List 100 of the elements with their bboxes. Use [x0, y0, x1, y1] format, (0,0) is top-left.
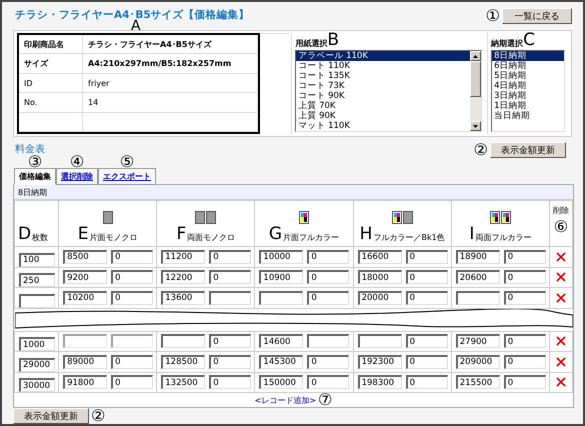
delete-icon[interactable]	[556, 356, 566, 367]
up-arrow-icon[interactable]	[473, 54, 478, 58]
extra-price-field[interactable]: 0	[504, 354, 546, 369]
back-button[interactable]: 一覧に戻る	[502, 8, 572, 24]
extra-price-field[interactable]: 0	[504, 334, 546, 348]
price-field[interactable]: 10000	[259, 250, 304, 264]
quantity-field[interactable]: 250	[19, 273, 55, 287]
price-field[interactable]: 9200	[63, 270, 108, 284]
extra-price-field[interactable]: 0	[111, 375, 154, 390]
price-field[interactable]: 10200	[63, 290, 108, 305]
price-field[interactable]: 20600	[456, 270, 500, 284]
extra-price-field[interactable]: 0	[504, 375, 546, 390]
price-field[interactable]	[259, 290, 304, 305]
price-field[interactable]: 132500	[161, 375, 206, 390]
delete-icon[interactable]	[556, 252, 566, 262]
update-button[interactable]: 表示金額更新	[490, 142, 566, 158]
extra-price-field[interactable]: 0	[406, 375, 448, 390]
extra-price-field[interactable]: 0	[209, 270, 252, 284]
price-field[interactable]: 18900	[456, 250, 500, 264]
delete-icon[interactable]	[556, 336, 566, 346]
price-field[interactable]: 198300	[358, 375, 402, 390]
price-field[interactable]: 12200	[161, 270, 206, 284]
extra-price-field[interactable]: 0	[406, 290, 448, 305]
quantity-field[interactable]	[19, 294, 55, 308]
price-field[interactable]: 128500	[161, 354, 206, 369]
down-arrow-icon[interactable]	[473, 124, 478, 128]
list-option[interactable]: 6日納期	[492, 61, 564, 71]
extra-price-field[interactable]: 0	[406, 250, 448, 264]
price-field[interactable]	[161, 334, 206, 348]
extra-price-field[interactable]: 0	[504, 250, 546, 264]
price-field[interactable]: 16600	[358, 250, 402, 264]
delete-icon[interactable]	[556, 377, 566, 388]
extra-price-field[interactable]: 0	[406, 334, 448, 348]
annotation-letter: B	[327, 32, 340, 49]
price-field[interactable]: 215500	[456, 375, 500, 390]
extra-price-field[interactable]: 0	[111, 250, 154, 264]
extra-price-field[interactable]: 0	[406, 270, 448, 284]
list-option[interactable]: 5日納期	[492, 71, 564, 81]
extra-price-field[interactable]: 0	[209, 375, 252, 390]
list-box[interactable]: アラベール 110K コート 110K コート 135K コート 73K コート 90K 上質 70K 上質 90K マット 110K	[295, 50, 482, 132]
quantity-field[interactable]: 29000	[19, 358, 55, 372]
list-box[interactable]: 8日納期 6日納期 5日納期 4日納期 3日納期 1日納期 当日納期	[491, 50, 565, 132]
list-option[interactable]: 上質 70K	[296, 101, 470, 111]
price-field[interactable]: 192300	[358, 354, 402, 369]
extra-price-field[interactable]: 0	[111, 354, 154, 369]
price-field[interactable]: 14600	[259, 334, 304, 348]
quantity-field[interactable]: 100	[19, 252, 55, 266]
price-field[interactable]: 18000	[358, 270, 402, 284]
extra-price-field[interactable]: 0	[307, 290, 350, 305]
quantity-field[interactable]: 1000	[19, 337, 55, 351]
extra-price-field[interactable]: 0	[307, 375, 350, 390]
extra-price-field[interactable]: 0	[111, 270, 154, 284]
list-option[interactable]: 8日納期	[492, 51, 564, 61]
update-button[interactable]: 表示金額更新	[13, 408, 89, 424]
price-field[interactable]: 10900	[259, 270, 304, 284]
extra-price-field[interactable]: 0	[209, 334, 252, 348]
annotation-number: ⑤	[120, 154, 134, 170]
scrollbar[interactable]	[470, 51, 482, 131]
extra-price-field[interactable]: 0	[307, 250, 350, 264]
add-record-link[interactable]: <レコード追加>	[254, 394, 316, 406]
price-field[interactable]: 27900	[456, 334, 500, 348]
price-field[interactable]: 89000	[63, 354, 108, 369]
price-field[interactable]: 209000	[456, 354, 500, 369]
annotation-letter: A	[131, 19, 141, 33]
extra-price-field[interactable]: 0	[111, 290, 154, 305]
list-option[interactable]: 当日納期	[492, 111, 564, 121]
list-option[interactable]: コート 110K	[296, 61, 470, 71]
price-field[interactable]: 91800	[63, 375, 108, 390]
list-option[interactable]: コート 90K	[296, 91, 470, 101]
price-field[interactable]	[456, 290, 500, 305]
extra-price-field[interactable]: 0	[209, 354, 252, 369]
quantity-field[interactable]: 30000	[19, 378, 55, 392]
list-option[interactable]: コート 135K	[296, 71, 470, 81]
list-option[interactable]: マット 110K	[296, 121, 470, 131]
price-field[interactable]: 20000	[358, 290, 402, 305]
extra-price-field[interactable]: 0	[307, 270, 350, 284]
list-option[interactable]: 3日納期	[492, 91, 564, 101]
price-field[interactable]: 150000	[259, 375, 304, 390]
price-field[interactable]: 145300	[259, 354, 304, 369]
price-field[interactable]: 8500	[63, 250, 108, 264]
annotation-number: ①	[486, 8, 500, 24]
price-field[interactable]	[63, 334, 108, 348]
list-option[interactable]: 上質 90K	[296, 111, 470, 121]
extra-price-field[interactable]	[307, 334, 350, 348]
extra-price-field[interactable]: 0	[504, 290, 546, 305]
price-field[interactable]: 13600	[161, 290, 206, 305]
list-option[interactable]: 4日納期	[492, 81, 564, 91]
extra-price-field[interactable]: 0	[307, 354, 350, 369]
list-option[interactable]: アラベール 110K	[296, 51, 470, 61]
price-field[interactable]: 11200	[161, 250, 206, 264]
list-option[interactable]: 1日納期	[492, 101, 564, 111]
extra-price-field[interactable]: 0	[504, 270, 546, 284]
list-option[interactable]: コート 73K	[296, 81, 470, 91]
price-field[interactable]	[358, 334, 402, 348]
extra-price-field[interactable]: 0	[209, 250, 252, 264]
extra-price-field[interactable]: 0	[406, 354, 448, 369]
delete-icon[interactable]	[556, 272, 566, 282]
extra-price-field[interactable]	[111, 334, 154, 348]
delete-icon[interactable]	[556, 292, 566, 303]
extra-price-field[interactable]	[209, 290, 252, 305]
